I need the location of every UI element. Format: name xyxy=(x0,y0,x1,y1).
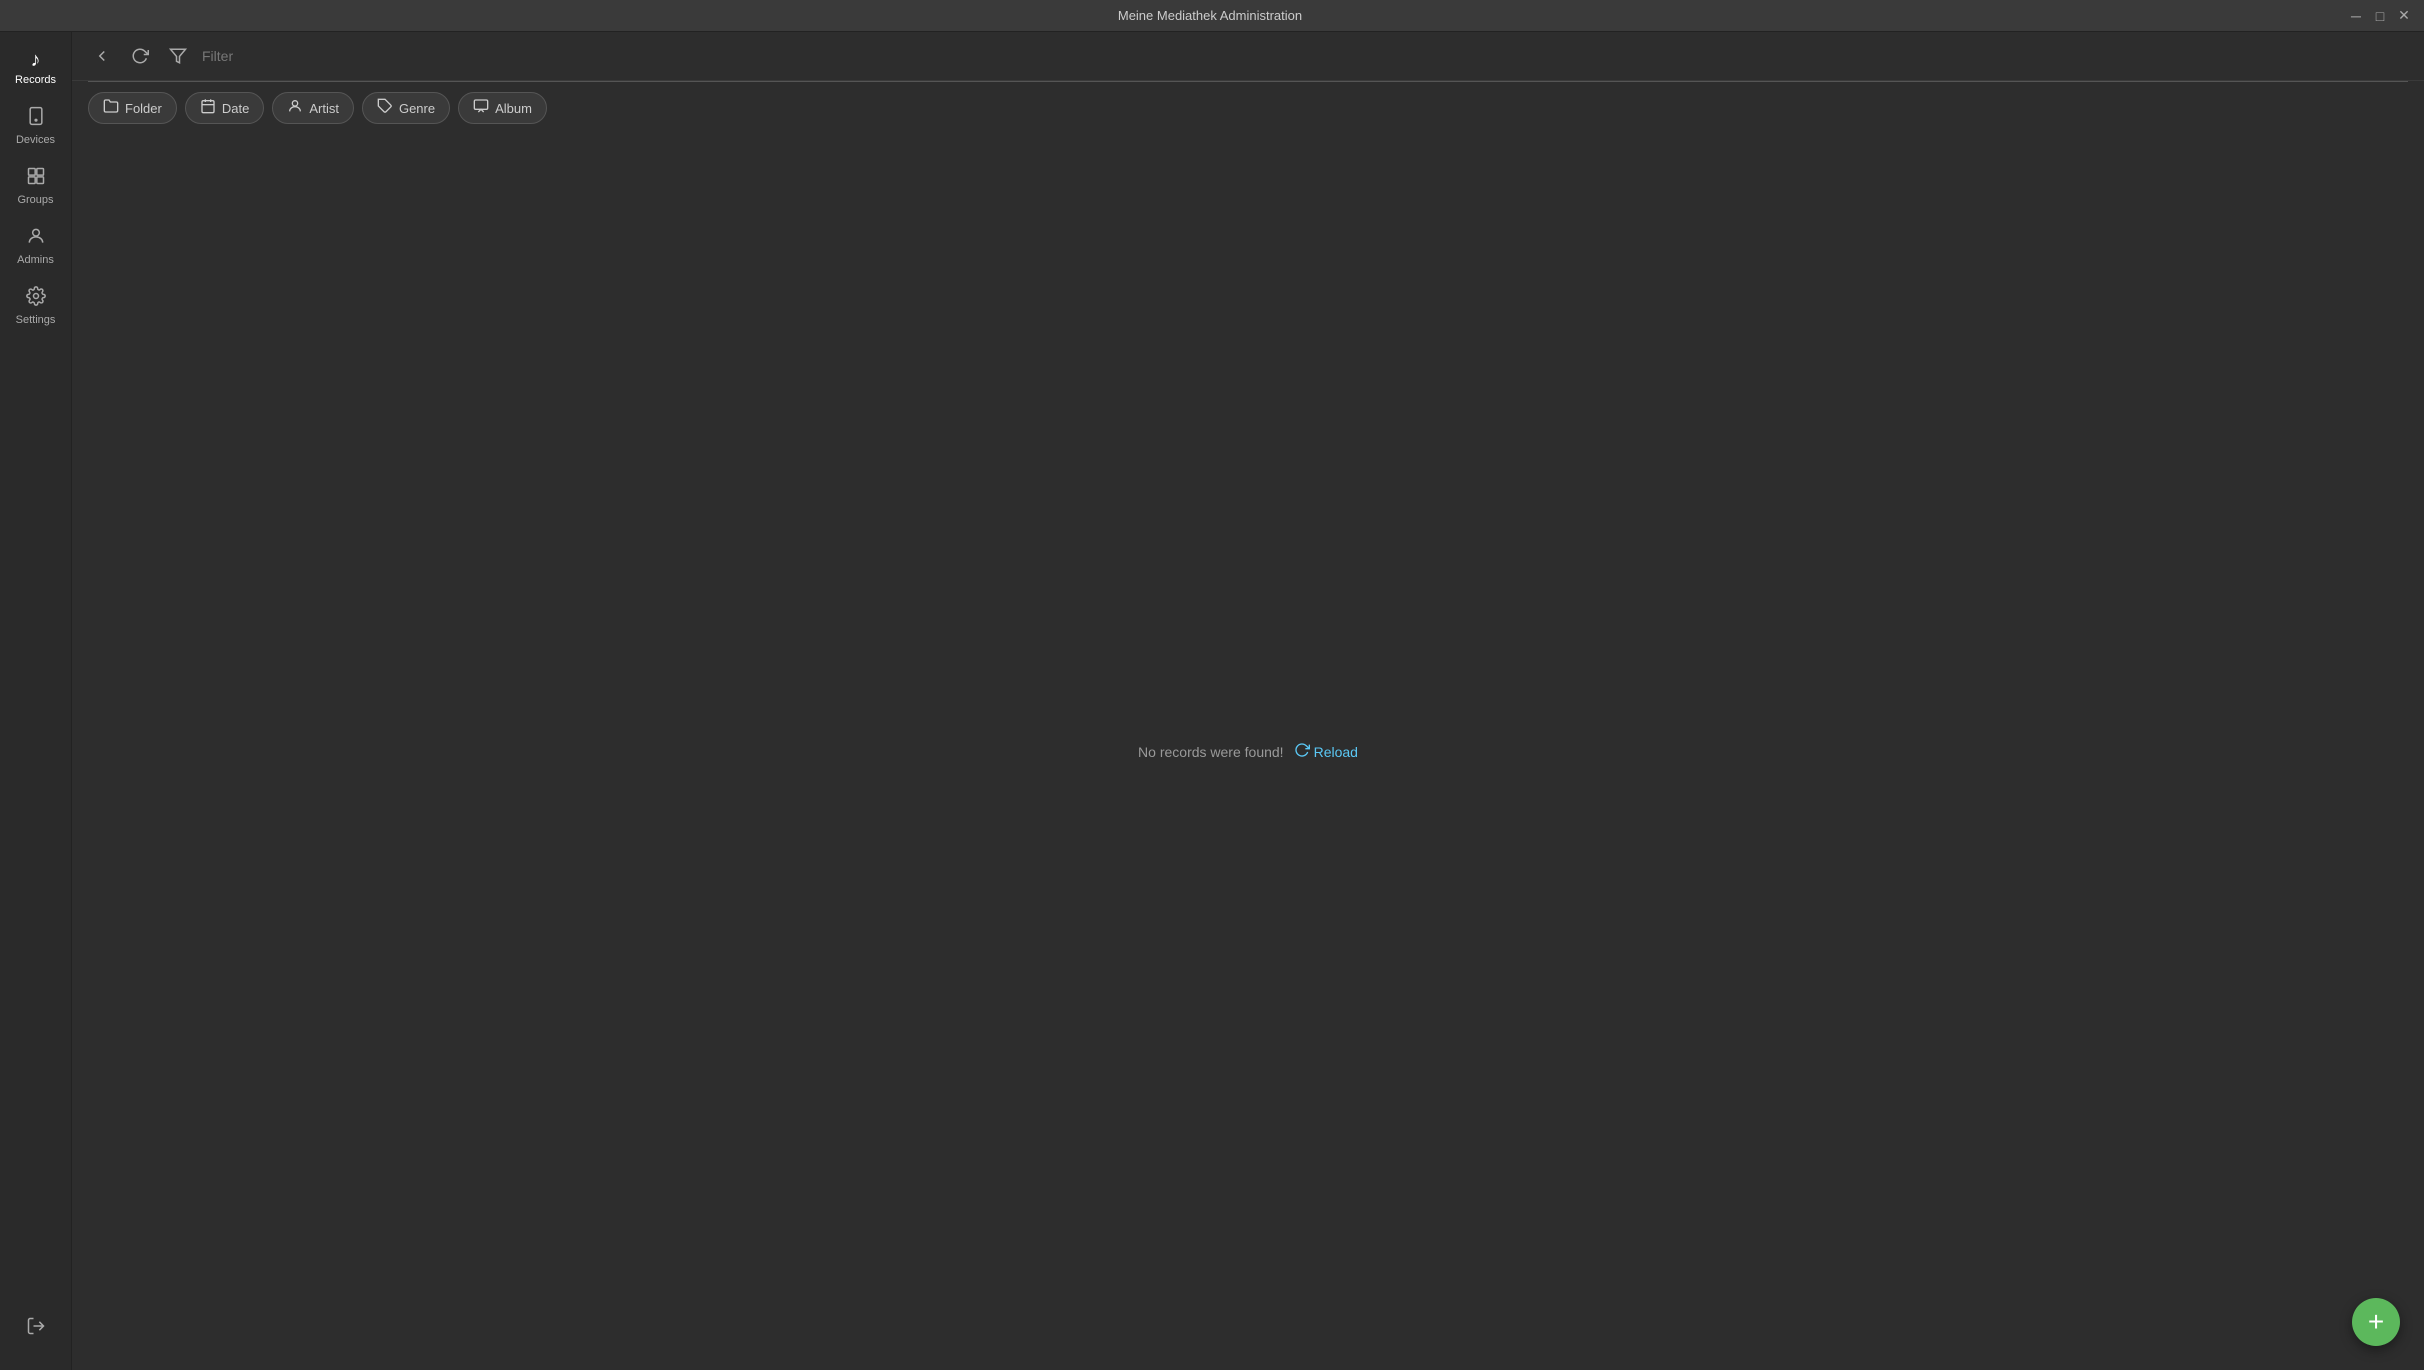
sidebar-item-label-devices: Devices xyxy=(16,134,55,146)
chip-album-label: Album xyxy=(495,101,532,116)
album-icon xyxy=(473,98,489,118)
sidebar-item-records[interactable]: ♪ Records xyxy=(0,40,71,96)
devices-icon xyxy=(26,106,46,130)
content-area: No records were found! Reload + xyxy=(72,134,2424,1370)
sidebar-item-devices[interactable]: Devices xyxy=(0,96,71,156)
chip-album[interactable]: Album xyxy=(458,92,547,124)
filter-input[interactable] xyxy=(202,48,2408,64)
sidebar-item-label-admins: Admins xyxy=(17,254,54,266)
maximize-button[interactable]: □ xyxy=(2372,8,2388,24)
fab-add-button[interactable]: + xyxy=(2352,1298,2400,1346)
sidebar-item-groups[interactable]: Groups xyxy=(0,156,71,216)
chip-artist-label: Artist xyxy=(309,101,339,116)
folder-icon xyxy=(103,98,119,118)
titlebar: Meine Mediathek Administration ─ □ ✕ xyxy=(0,0,2424,32)
settings-icon xyxy=(26,286,46,310)
reload-button[interactable]: Reload xyxy=(1294,742,1358,763)
sidebar-item-label-settings: Settings xyxy=(16,314,56,326)
chip-genre-label: Genre xyxy=(399,101,435,116)
back-button[interactable] xyxy=(88,42,116,70)
filter-chips: Folder Date xyxy=(72,82,2424,134)
genre-icon xyxy=(377,98,393,118)
refresh-button[interactable] xyxy=(126,42,154,70)
sidebar-item-label-groups: Groups xyxy=(17,194,53,206)
chip-date[interactable]: Date xyxy=(185,92,264,124)
chip-date-label: Date xyxy=(222,101,249,116)
reload-label: Reload xyxy=(1314,744,1358,760)
chip-folder-label: Folder xyxy=(125,101,162,116)
sidebar: ♪ Records Devices Groups xyxy=(0,32,72,1370)
toolbar xyxy=(72,32,2424,81)
records-icon: ♪ xyxy=(31,50,41,70)
date-icon xyxy=(200,98,216,118)
reload-icon xyxy=(1294,742,1310,763)
logout-icon xyxy=(26,1316,46,1340)
groups-icon xyxy=(26,166,46,190)
chip-genre[interactable]: Genre xyxy=(362,92,450,124)
minimize-button[interactable]: ─ xyxy=(2348,8,2364,24)
chip-artist[interactable]: Artist xyxy=(272,92,354,124)
main-content: Folder Date xyxy=(72,32,2424,1370)
sidebar-item-label-records: Records xyxy=(15,74,56,86)
chip-folder[interactable]: Folder xyxy=(88,92,177,124)
admins-icon xyxy=(26,226,46,250)
sidebar-item-logout[interactable] xyxy=(22,1306,50,1350)
filter-toggle-button[interactable] xyxy=(164,42,192,70)
sidebar-item-admins[interactable]: Admins xyxy=(0,216,71,276)
sidebar-item-settings[interactable]: Settings xyxy=(0,276,71,336)
empty-state: No records were found! Reload xyxy=(1138,742,1358,763)
artist-icon xyxy=(287,98,303,118)
close-button[interactable]: ✕ xyxy=(2396,8,2412,24)
window-title: Meine Mediathek Administration xyxy=(72,8,2348,23)
empty-message: No records were found! xyxy=(1138,744,1284,760)
window-controls: ─ □ ✕ xyxy=(2348,8,2412,24)
app-layout: ♪ Records Devices Groups xyxy=(0,32,2424,1370)
